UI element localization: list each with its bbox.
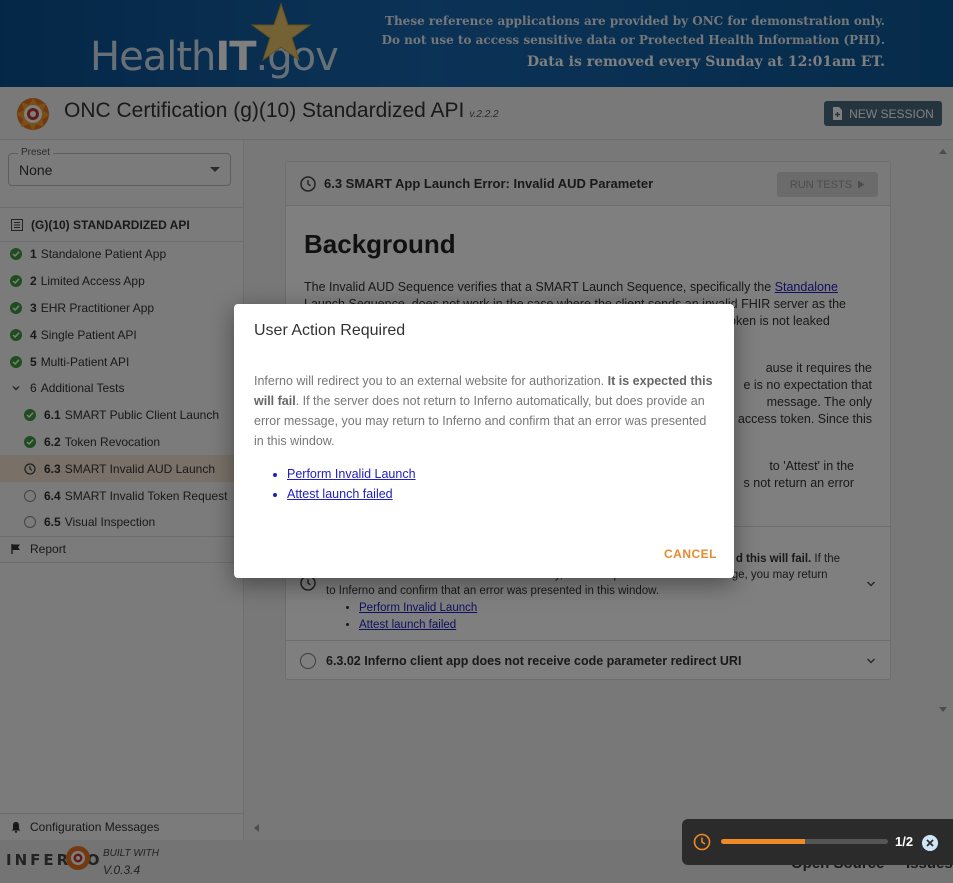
- progress-bar-fill: [721, 839, 805, 844]
- user-action-dialog: User Action Required Inferno will redire…: [234, 304, 734, 578]
- clock-icon: [693, 833, 711, 851]
- progress-bar: [721, 839, 888, 844]
- attest-launch-failed-link[interactable]: Attest launch failed: [287, 487, 393, 501]
- dialog-body: Inferno will redirect you to an external…: [254, 374, 713, 448]
- close-icon[interactable]: [922, 835, 938, 851]
- dialog-links: Perform Invalid Launch Attest launch fai…: [287, 464, 416, 504]
- perform-invalid-launch-link[interactable]: Perform Invalid Launch: [287, 467, 416, 481]
- progress-count: 1/2: [895, 834, 914, 849]
- dialog-title: User Action Required: [254, 322, 406, 339]
- cancel-button[interactable]: CANCEL: [664, 547, 717, 561]
- test-progress-toast: 1/2: [682, 819, 953, 865]
